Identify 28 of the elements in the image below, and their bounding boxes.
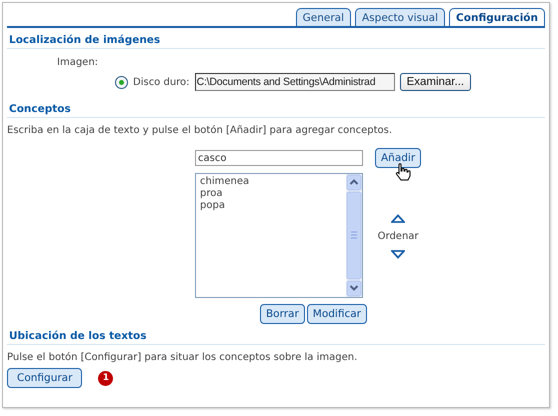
list-item[interactable]: popa (200, 200, 342, 212)
instructions-text: Pulse el botón [Configurar] para situar los conceptos sobre la imagen. (7, 351, 358, 363)
delete-button[interactable]: Borrar (260, 304, 305, 324)
concept-list[interactable]: chimenea proa popa (195, 173, 363, 298)
radio-button[interactable] (115, 76, 128, 88)
configure-button[interactable]: Configurar (7, 368, 82, 388)
modify-button[interactable]: Modificar (306, 304, 367, 324)
section-title: Ubicación de los textos (7, 324, 545, 345)
tab[interactable]: Configuración (449, 8, 545, 26)
scrollbar-drawing[interactable] (346, 174, 362, 297)
instructions-text: Escriba en la caja de texto y pulse el botón [Añadir] para agregar conceptos. (7, 124, 394, 136)
add-button[interactable]: Añadir (375, 148, 422, 168)
list-item[interactable]: proa (200, 188, 342, 200)
concept-input-field[interactable]: casco (195, 150, 363, 166)
tab[interactable]: Aspecto visual (355, 8, 446, 26)
step-badge: 1 (98, 370, 114, 386)
move-down-icon[interactable] (391, 250, 406, 259)
move-up-icon[interactable] (391, 214, 406, 223)
field-label: Imagen: (56, 56, 100, 68)
browse-button[interactable]: Examinar... (400, 73, 472, 91)
file-path-field[interactable]: C:\Documents and Settings\Administrad (194, 73, 395, 91)
radio-label: Disco duro: (133, 76, 190, 88)
section-title: Conceptos (7, 97, 545, 118)
section-title: Localización de imágenes (7, 28, 545, 49)
order-label: Ordenar (378, 231, 419, 242)
tab[interactable]: General (296, 8, 351, 26)
hand-cursor-icon (395, 163, 411, 181)
list-item[interactable]: chimenea (200, 176, 342, 188)
